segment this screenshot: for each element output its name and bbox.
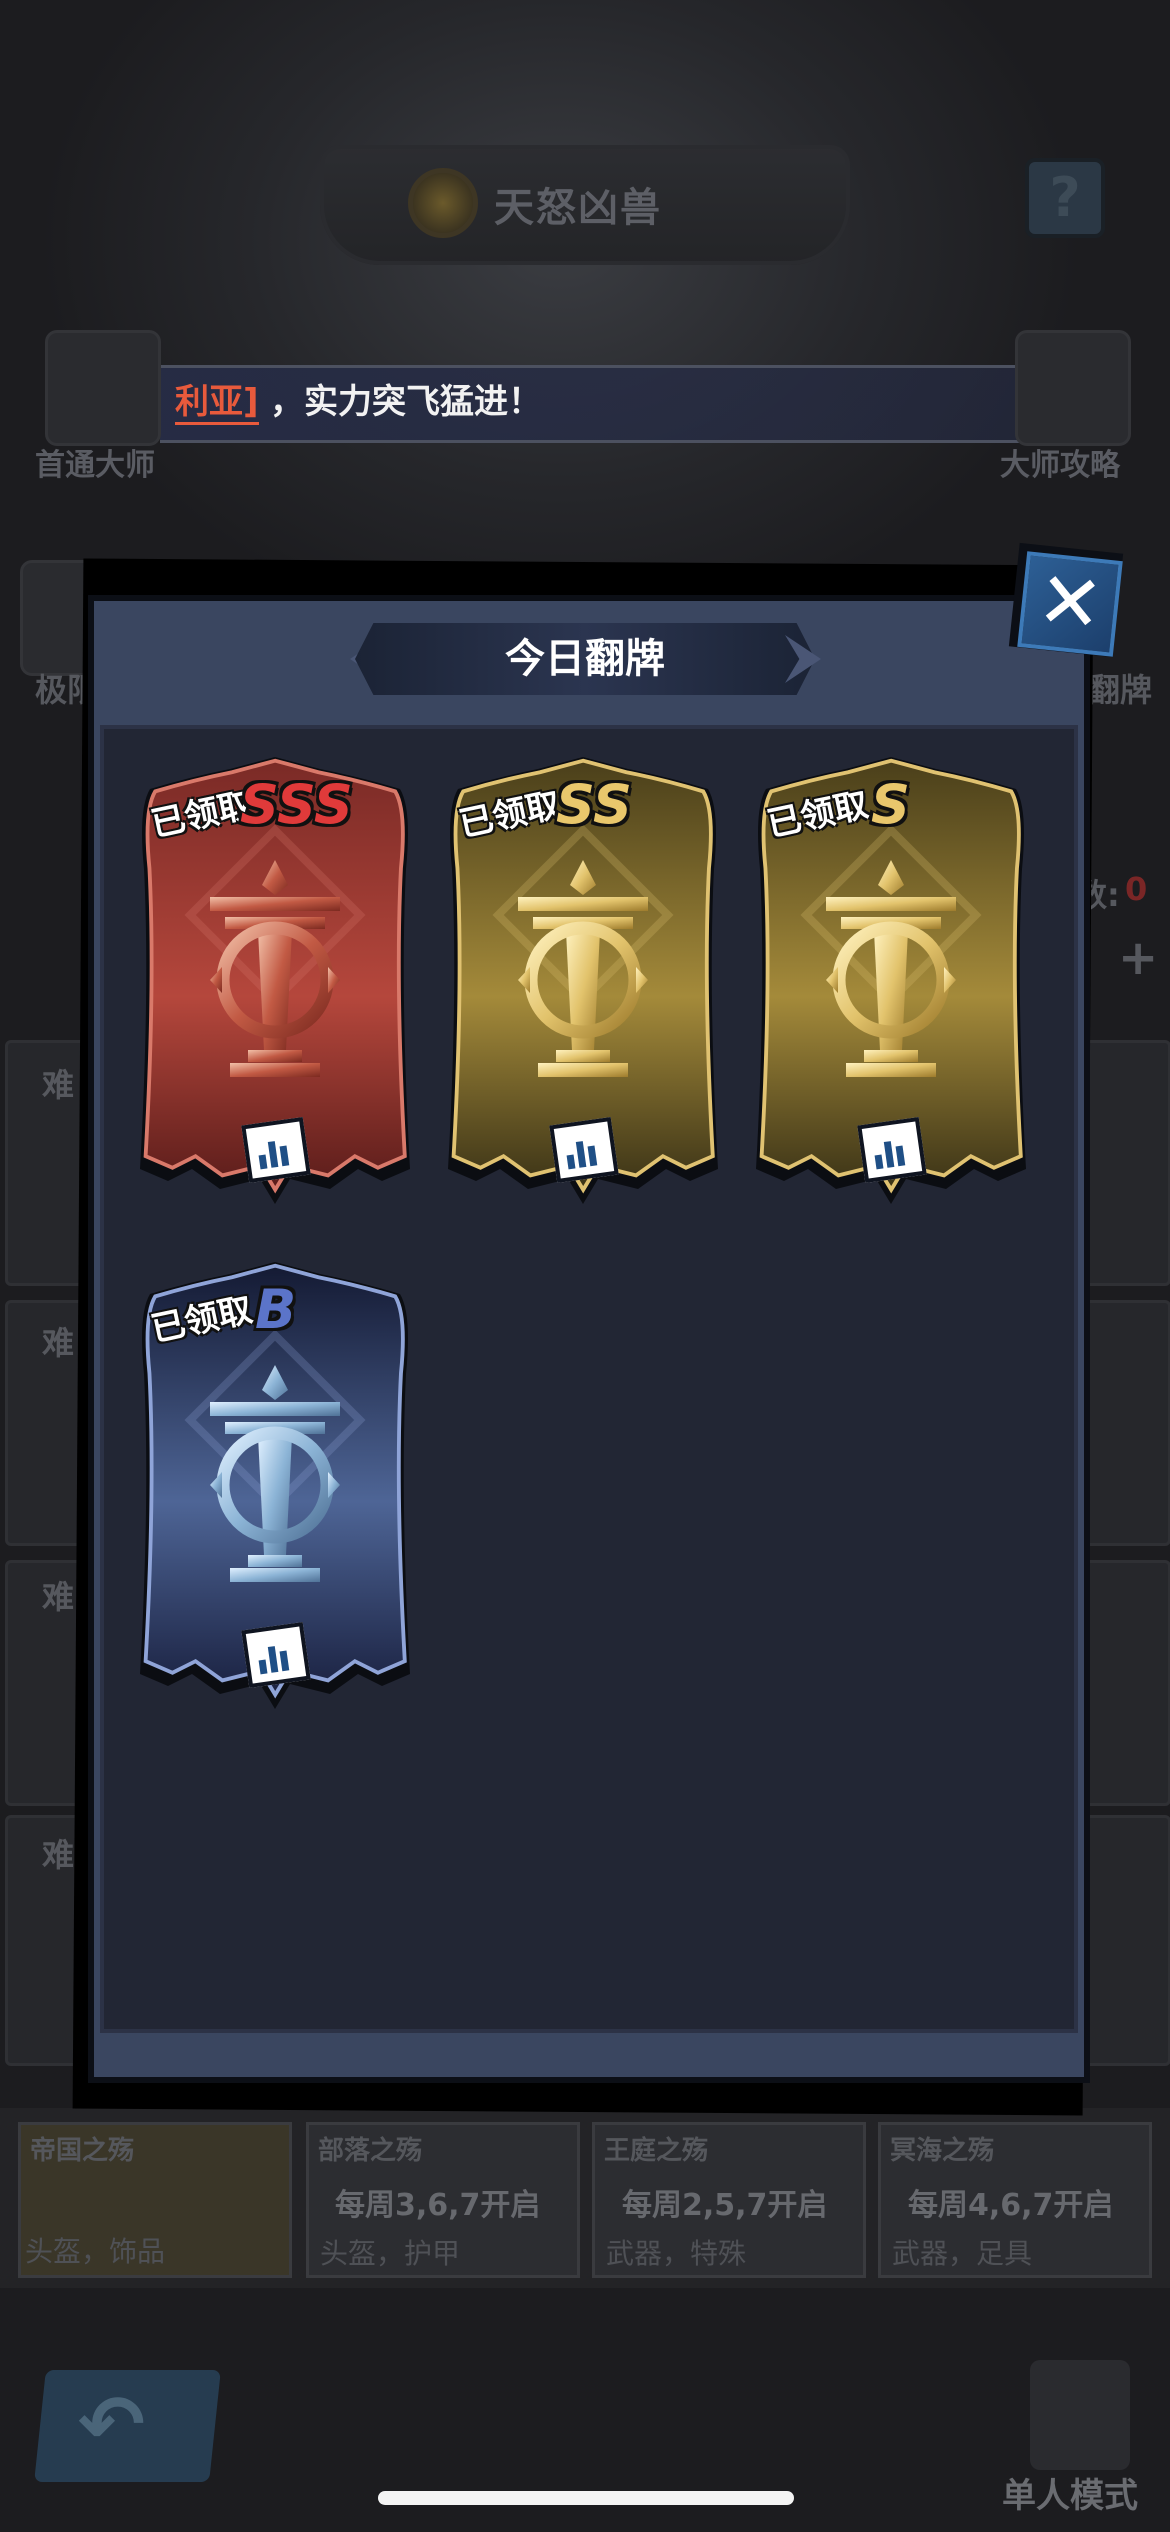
question-icon[interactable]: ? — [1025, 158, 1105, 238]
page-title: 天怒凶兽 — [494, 185, 662, 231]
bar-chart-icon[interactable] — [857, 1116, 927, 1184]
grade-badge: SSS — [240, 773, 353, 836]
tab-items: 头盔，饰品 — [25, 2235, 166, 2268]
difficulty-row-label: 难 — [42, 1578, 75, 1616]
reward-card-ss[interactable]: 已领取 SS — [438, 745, 728, 1215]
clapperboard-icon[interactable] — [45, 330, 161, 446]
grade-badge: SS — [556, 773, 632, 836]
home-indicator — [378, 2491, 794, 2505]
bar-chart-icon[interactable] — [241, 1621, 311, 1689]
grade-badge: S — [871, 773, 910, 836]
tab-schedule: 每周2,5,7开启 — [622, 2188, 828, 2223]
difficulty-row-label: 难 — [42, 1066, 75, 1104]
mode-label[interactable]: 单人模式 — [1002, 2468, 1138, 2517]
tab-title: 部落之殇 — [318, 2136, 423, 2166]
tab-items: 头盔，护甲 — [320, 2237, 461, 2270]
count-value: 0 — [1125, 870, 1148, 908]
tab-title: 冥海之殇 — [890, 2136, 995, 2166]
reward-card-s[interactable]: 已领取 S — [746, 745, 1036, 1215]
difficulty-row-label: 难 — [42, 1324, 75, 1362]
ticker-message: ，实力突飞猛进！ — [270, 382, 542, 422]
tab-title: 帝国之殇 — [30, 2136, 135, 2166]
tab-items: 武器，特殊 — [606, 2237, 747, 2270]
master-guide-label: 大师攻略 — [1000, 448, 1120, 483]
bar-chart-icon[interactable] — [241, 1116, 311, 1184]
tab-schedule: 每周3,6,7开启 — [335, 2188, 541, 2223]
bar-chart-icon[interactable] — [549, 1116, 619, 1184]
sword-book-icon[interactable] — [1015, 330, 1131, 446]
tab-schedule: 每周4,6,7开启 — [908, 2188, 1114, 2223]
back-arrow-icon: ↶ — [78, 2378, 146, 2471]
close-icon[interactable]: ✕ — [1017, 551, 1123, 657]
grade-badge: B — [255, 1278, 297, 1341]
modal-title: 今日翻牌 — [505, 636, 665, 682]
sun-emblem-icon — [408, 168, 478, 238]
first-clear-master-label: 首通大师 — [35, 448, 155, 483]
difficulty-row-label: 难 — [42, 1836, 75, 1874]
ticker-player-name: 利亚] — [175, 382, 259, 425]
tab-items: 武器，足具 — [892, 2237, 1033, 2270]
add-button[interactable]: + — [1118, 930, 1158, 986]
single-player-icon[interactable] — [1030, 2360, 1130, 2470]
flip-label: 翻牌 — [1088, 671, 1153, 709]
reward-card-sss[interactable]: 已领取 SSS — [130, 745, 420, 1215]
tab-title: 王庭之殇 — [604, 2136, 709, 2166]
reward-card-b[interactable]: 已领取 B — [130, 1250, 420, 1720]
